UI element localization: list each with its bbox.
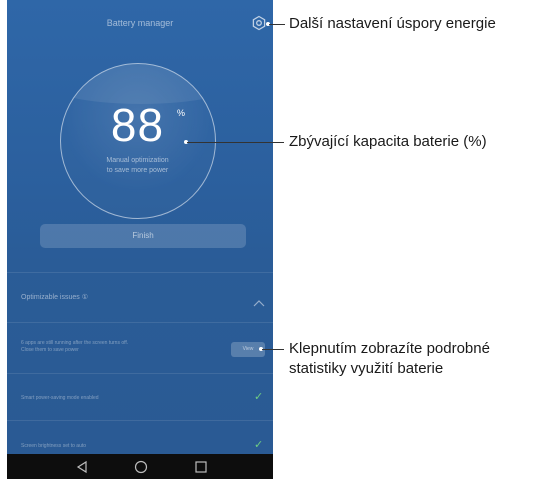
optimizable-issues-count: ① <box>81 294 88 301</box>
finish-button[interactable]: Finish <box>40 224 246 248</box>
optimizable-issues-header: Optimizable issues ① <box>21 293 88 301</box>
callout-details-line1: Klepnutím zobrazíte podrobné <box>289 340 490 357</box>
callout-line <box>262 349 284 350</box>
battery-gauge: 88 % Manual optimization to save more po… <box>60 63 216 219</box>
divider <box>7 322 273 323</box>
back-icon[interactable] <box>75 460 89 474</box>
check-icon: ✓ <box>254 439 264 451</box>
battery-percent: 88 <box>110 99 165 151</box>
callout-line <box>269 24 285 25</box>
divider <box>7 272 273 273</box>
issue-power-saving: Smart power-saving mode enabled <box>21 395 99 401</box>
navigation-bar <box>7 454 273 479</box>
percent-sign: % <box>177 108 186 118</box>
optimization-hint-line1: Manual optimization <box>106 157 169 164</box>
issue-running-apps-line2: Close them to save power <box>21 347 79 353</box>
issue-running-apps-line1: 6 apps are still running after the scree… <box>21 340 129 346</box>
chevron-up-icon[interactable] <box>253 294 265 312</box>
phone-screen: Battery manager 88 % Manual optimization… <box>7 0 273 479</box>
recents-icon[interactable] <box>194 460 208 474</box>
divider <box>7 420 273 421</box>
callout-line <box>187 142 284 143</box>
divider <box>7 373 273 374</box>
check-icon: ✓ <box>254 391 264 403</box>
page-title: Battery manager <box>106 18 174 28</box>
gear-icon[interactable] <box>251 15 267 31</box>
home-icon[interactable] <box>134 460 148 474</box>
callout-capacity: Zbývající kapacita baterie (%) <box>289 133 487 150</box>
optimization-hint-line2: to save more power <box>106 167 169 174</box>
issue-brightness: Screen brightness set to auto <box>21 443 87 449</box>
callout-settings: Další nastavení úspory energie <box>289 15 496 32</box>
callout-details-line2: statistiky využití baterie <box>289 360 444 377</box>
optimizable-issues-label: Optimizable issues <box>21 294 80 301</box>
